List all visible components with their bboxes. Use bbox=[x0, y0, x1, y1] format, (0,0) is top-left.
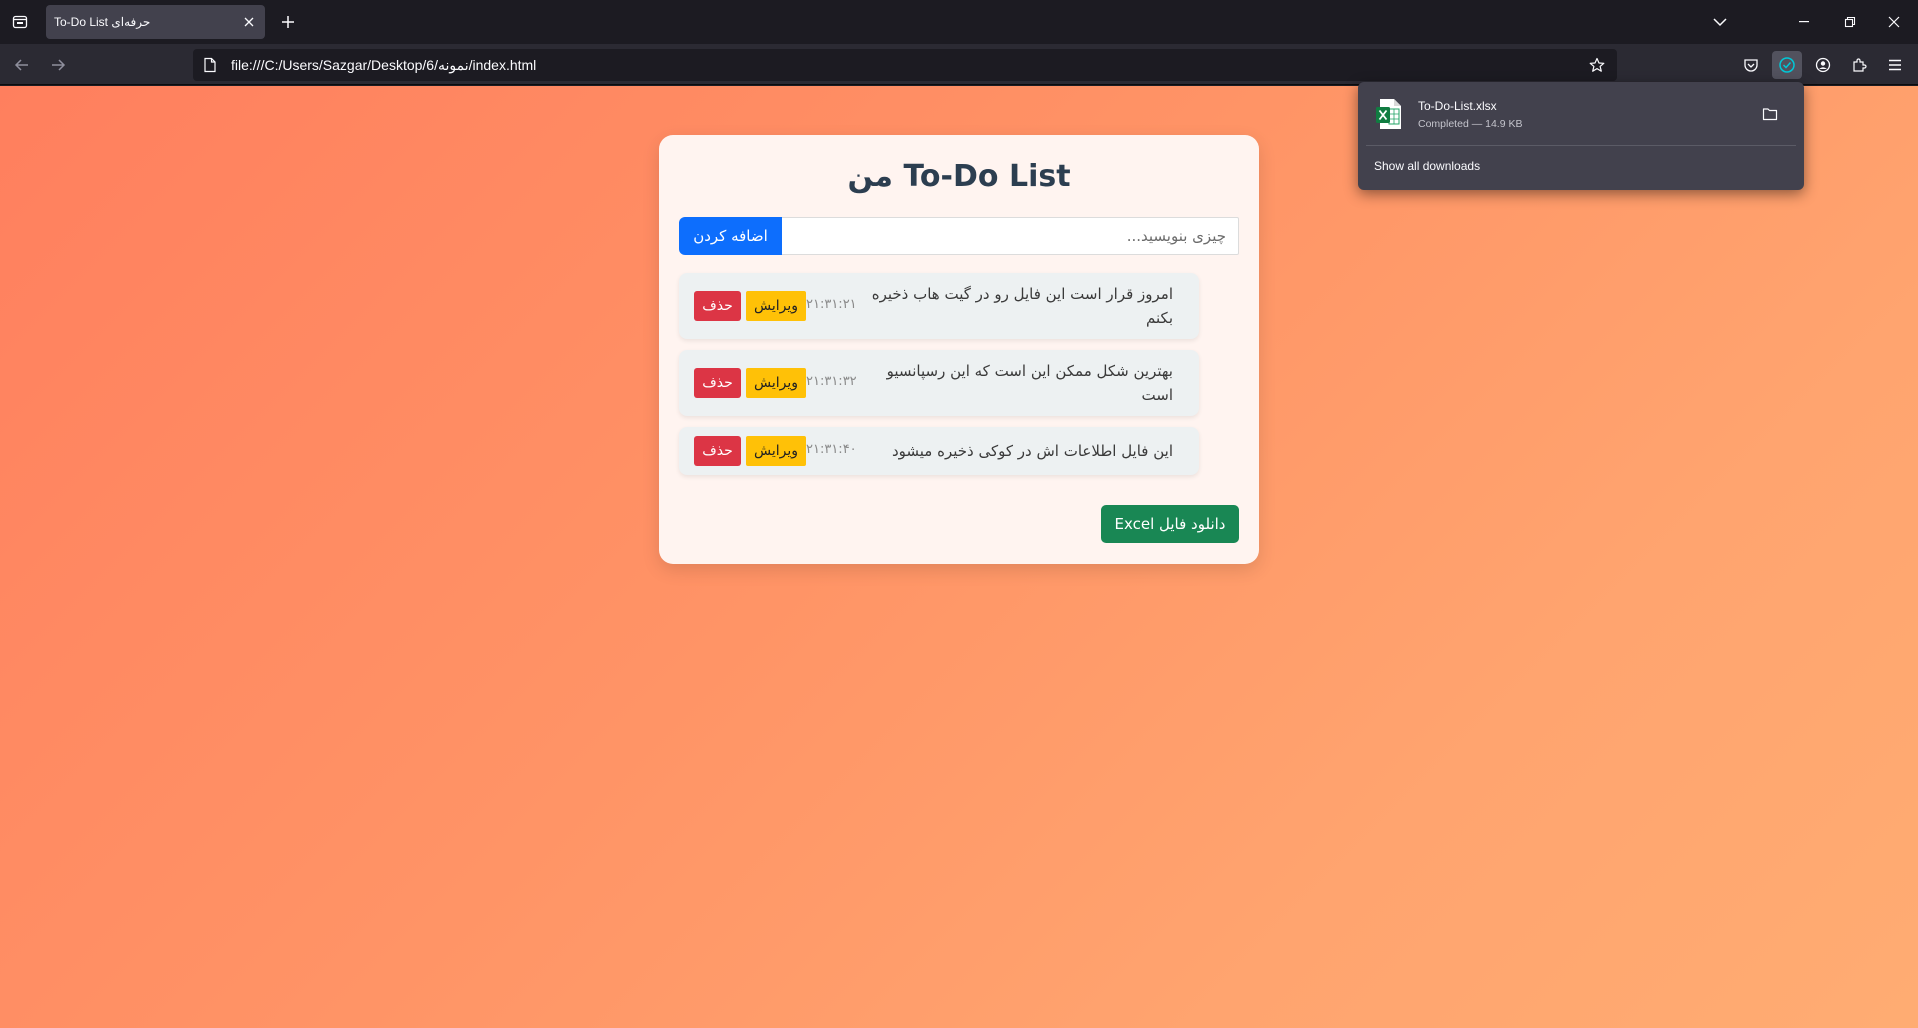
page-document-icon bbox=[203, 57, 219, 73]
todo-text: امروز قرار است این فایل رو در گیت هاب ذخ… bbox=[871, 285, 1173, 327]
list-all-tabs-chevron-down-icon[interactable] bbox=[1708, 10, 1732, 34]
edit-button[interactable]: ویرایش bbox=[746, 368, 806, 398]
download-status: Completed — 14.9 KB bbox=[1418, 118, 1523, 130]
downloads-icon[interactable] bbox=[1772, 51, 1802, 79]
firefox-view-icon[interactable] bbox=[8, 10, 32, 34]
download-item[interactable]: To-Do-List.xlsx Completed — 14.9 KB bbox=[1366, 88, 1796, 142]
window-close-icon[interactable] bbox=[1882, 10, 1906, 34]
bookmark-star-icon[interactable] bbox=[1587, 55, 1607, 75]
edit-button[interactable]: ویرایش bbox=[746, 436, 806, 466]
download-excel-button[interactable]: دانلود فایل Excel bbox=[1101, 505, 1239, 543]
todo-item: این فایل اطلاعات اش در کوکی ذخیره میشود … bbox=[679, 427, 1199, 475]
tab-bar: To-Do List حرفه‌ای bbox=[0, 0, 1918, 44]
tab-title: To-Do List حرفه‌ای bbox=[54, 15, 151, 29]
menu-hamburger-icon[interactable] bbox=[1880, 51, 1910, 79]
add-button[interactable]: اضافه کردن bbox=[679, 217, 782, 255]
todo-item: امروز قرار است این فایل رو در گیت هاب ذخ… bbox=[679, 273, 1199, 339]
todo-timestamp: ۲۱:۳۱:۳۲ bbox=[806, 374, 857, 389]
todo-card: To-Do List من اضافه کردن امروز قرار است … bbox=[659, 135, 1259, 564]
forward-arrow-icon[interactable] bbox=[46, 53, 70, 77]
account-icon[interactable] bbox=[1808, 51, 1838, 79]
delete-button[interactable]: حذف bbox=[694, 436, 741, 466]
todo-text: بهترین شکل ممکن این است که این رسپانسیو … bbox=[886, 362, 1173, 404]
todo-input[interactable] bbox=[782, 217, 1239, 255]
pocket-icon[interactable] bbox=[1736, 51, 1766, 79]
excel-file-icon bbox=[1376, 98, 1402, 130]
todo-list: امروز قرار است این فایل رو در گیت هاب ذخ… bbox=[679, 273, 1199, 486]
page-viewport: To-Do List من اضافه کردن امروز قرار است … bbox=[0, 86, 1918, 1028]
extensions-puzzle-icon[interactable] bbox=[1844, 51, 1874, 79]
todo-timestamp: ۲۱:۳۱:۲۱ bbox=[806, 297, 857, 312]
show-all-downloads-link[interactable]: Show all downloads bbox=[1374, 159, 1480, 173]
back-arrow-icon[interactable] bbox=[10, 53, 34, 77]
edit-button[interactable]: ویرایش bbox=[746, 291, 806, 321]
minimize-icon[interactable] bbox=[1792, 10, 1816, 34]
close-icon[interactable] bbox=[241, 14, 257, 30]
address-bar[interactable]: file:///C:/Users/Sazgar/Desktop/6/نمونه/… bbox=[193, 49, 1617, 81]
open-folder-icon[interactable] bbox=[1760, 104, 1780, 124]
todo-item: بهترین شکل ممکن این است که این رسپانسیو … bbox=[679, 350, 1199, 416]
new-tab-plus-icon[interactable] bbox=[278, 12, 298, 32]
download-file-name: To-Do-List.xlsx bbox=[1418, 99, 1497, 113]
url-text[interactable]: file:///C:/Users/Sazgar/Desktop/6/نمونه/… bbox=[231, 57, 1587, 74]
delete-button[interactable]: حذف bbox=[694, 368, 741, 398]
todo-text: این فایل اطلاعات اش در کوکی ذخیره میشود bbox=[891, 442, 1173, 460]
page-title: To-Do List من bbox=[847, 159, 1071, 194]
todo-timestamp: ۲۱:۳۱:۴۰ bbox=[806, 442, 857, 457]
tab-todo[interactable]: To-Do List حرفه‌ای bbox=[46, 5, 265, 39]
delete-button[interactable]: حذف bbox=[694, 291, 741, 321]
add-todo-row: اضافه کردن bbox=[679, 217, 1239, 255]
downloads-panel: To-Do-List.xlsx Completed — 14.9 KB Show… bbox=[1358, 82, 1804, 190]
downloads-divider bbox=[1366, 145, 1796, 146]
restore-icon[interactable] bbox=[1838, 10, 1862, 34]
navigation-toolbar: file:///C:/Users/Sazgar/Desktop/6/نمونه/… bbox=[0, 44, 1918, 85]
